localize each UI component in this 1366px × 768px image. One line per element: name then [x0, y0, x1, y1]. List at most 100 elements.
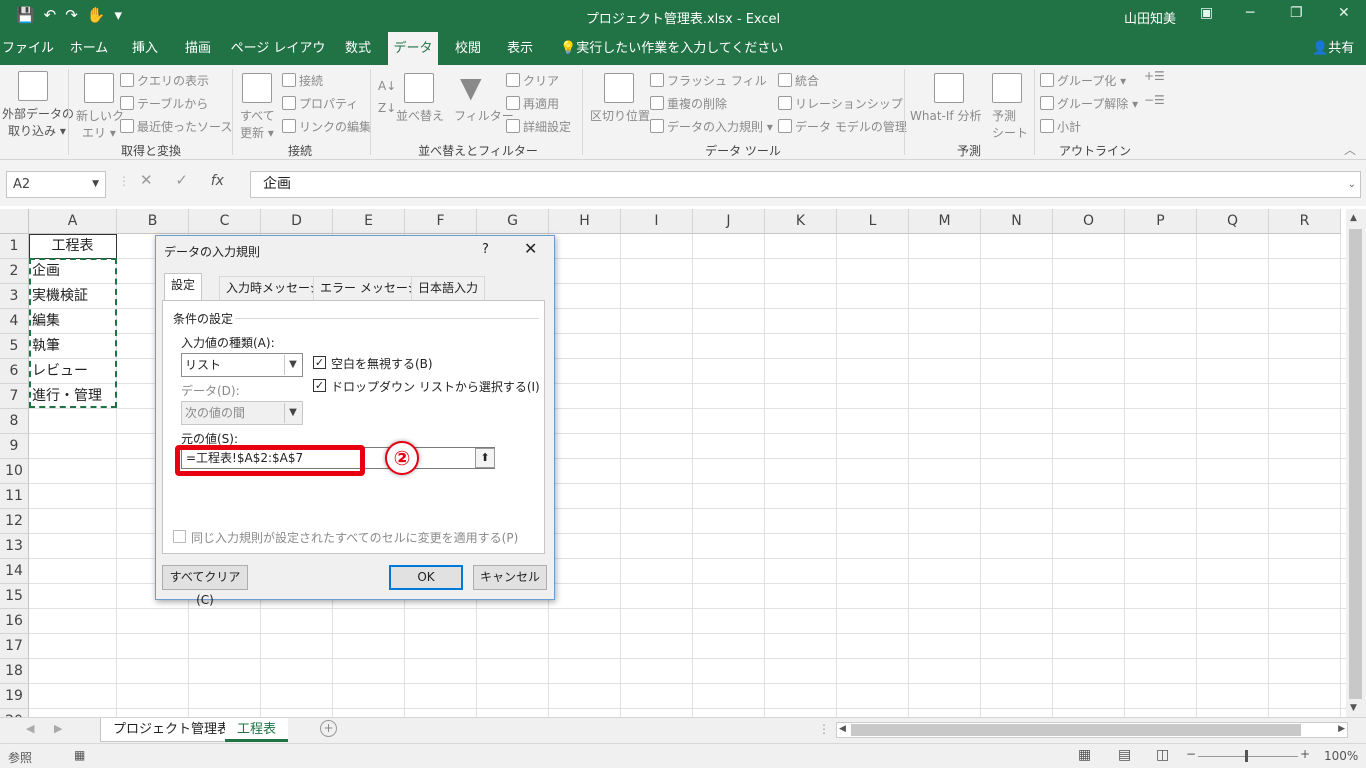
advanced-filter-button[interactable]: 詳細設定 [506, 118, 571, 135]
row-header-9[interactable]: 9 [0, 434, 29, 459]
minimize-button[interactable]: ─ [1246, 5, 1254, 21]
remove-duplicates-button[interactable]: 重複の削除 [650, 95, 727, 112]
clear-all-button[interactable]: すべてクリア(C) [162, 565, 248, 607]
tab-view[interactable]: 表示 [498, 32, 542, 65]
tab-settings[interactable]: 設定 [164, 273, 203, 301]
column-header-P[interactable]: P [1125, 209, 1197, 234]
tell-me-box[interactable]: 💡実行したい作業を入力してください [560, 32, 783, 65]
forecast-sheet-button[interactable]: 予測 シート [992, 73, 1028, 141]
column-header-G[interactable]: G [477, 209, 549, 234]
column-header-N[interactable]: N [981, 209, 1053, 234]
sheet-tab-project[interactable]: プロジェクト管理表 [100, 718, 244, 742]
flash-fill-button[interactable]: フラッシュ フィル [650, 72, 767, 89]
scroll-right-icon[interactable]: ▶ [1338, 724, 1345, 734]
show-queries-button[interactable]: クエリの表示 [120, 72, 209, 89]
cancel-button[interactable]: キャンセル [473, 565, 547, 590]
zoom-level[interactable]: 100% [1324, 749, 1358, 763]
zoom-out-icon[interactable]: − [1186, 747, 1196, 761]
row-header-5[interactable]: 5 [0, 334, 29, 359]
relationships-button[interactable]: リレーションシップ [778, 95, 903, 112]
row-header-20[interactable]: 20 [0, 709, 29, 717]
text-to-columns-button[interactable]: 区切り位置 [590, 73, 650, 124]
h-scroll-thumb[interactable] [851, 724, 1301, 736]
row-header-14[interactable]: 14 [0, 559, 29, 584]
restore-button[interactable]: ❐ [1290, 5, 1303, 21]
share-button[interactable]: 👤共有 [1312, 32, 1354, 65]
column-header-M[interactable]: M [909, 209, 981, 234]
row-header-12[interactable]: 12 [0, 509, 29, 534]
show-detail-icon[interactable]: +☰ [1144, 69, 1165, 83]
column-header-R[interactable]: R [1269, 209, 1341, 234]
collapse-ribbon-icon[interactable]: ︿ [1344, 141, 1356, 158]
formula-input[interactable]: 企画 ⌄ [250, 171, 1361, 198]
column-header-L[interactable]: L [837, 209, 909, 234]
column-header-F[interactable]: F [405, 209, 477, 234]
row-header-18[interactable]: 18 [0, 659, 29, 684]
column-header-I[interactable]: I [621, 209, 693, 234]
column-header-C[interactable]: C [189, 209, 261, 234]
sort-button[interactable]: 並べ替え [396, 73, 444, 124]
chevron-down-icon[interactable]: ▼ [92, 172, 99, 197]
tab-page-layout[interactable]: ページ レイアウト [228, 32, 328, 89]
expand-formula-icon[interactable]: ⌄ [1348, 172, 1356, 197]
select-all-corner[interactable] [0, 209, 29, 234]
row-header-15[interactable]: 15 [0, 584, 29, 609]
consolidate-button[interactable]: 統合 [778, 72, 819, 89]
tab-home[interactable]: ホーム [62, 32, 116, 65]
next-sheet-icon[interactable]: ▶ [54, 722, 62, 735]
subtotal-button[interactable]: 小計 [1040, 118, 1081, 135]
splitter-icon[interactable]: ⋮ [818, 722, 830, 736]
external-data-button[interactable]: 外部データの 取り込み ▾ [2, 71, 74, 139]
zoom-in-icon[interactable]: + [1300, 747, 1310, 761]
row-header-4[interactable]: 4 [0, 309, 29, 334]
ok-button[interactable]: OK [389, 565, 463, 590]
connections-button[interactable]: 接続 [282, 72, 323, 89]
tab-ime[interactable]: 日本語入力 [411, 276, 486, 300]
group-button[interactable]: グループ化 ▾ [1040, 72, 1126, 89]
ignore-blank-checkbox[interactable]: ✓ [313, 356, 326, 369]
column-header-D[interactable]: D [261, 209, 333, 234]
vertical-scrollbar[interactable]: ▲ ▼ [1346, 209, 1366, 717]
tab-draw[interactable]: 描画 [176, 32, 220, 65]
page-layout-view-icon[interactable]: ▤ [1118, 747, 1131, 763]
tab-file[interactable]: ファイル [0, 32, 56, 65]
recent-sources-button[interactable]: 最近使ったソース [120, 118, 232, 135]
row-header-11[interactable]: 11 [0, 484, 29, 509]
scroll-left-icon[interactable]: ◀ [839, 724, 846, 734]
tab-error-alert[interactable]: エラー メッセージ [313, 276, 427, 300]
tab-insert[interactable]: 挿入 [122, 32, 168, 65]
row-header-19[interactable]: 19 [0, 684, 29, 709]
row-header-17[interactable]: 17 [0, 634, 29, 659]
scroll-thumb[interactable] [1349, 229, 1362, 699]
collapse-dialog-icon[interactable]: ⬆ [475, 448, 495, 468]
ribbon-options-icon[interactable]: ▣ [1200, 5, 1213, 21]
column-header-A[interactable]: A [29, 209, 117, 234]
chevron-down-icon[interactable]: ▼ [284, 355, 301, 375]
row-header-3[interactable]: 3 [0, 284, 29, 309]
column-header-H[interactable]: H [549, 209, 621, 234]
dialog-close-button[interactable]: ✕ [524, 239, 537, 258]
enter-icon[interactable]: ✓ [175, 171, 188, 189]
from-table-button[interactable]: テーブルから [120, 95, 208, 112]
user-name[interactable]: 山田知美 [1124, 8, 1176, 27]
reapply-button[interactable]: 再適用 [506, 95, 559, 112]
data-validation-button[interactable]: データの入力規則 ▾ [650, 118, 773, 135]
allow-select[interactable]: リスト ▼ [181, 353, 303, 377]
filter-button[interactable]: ▼ フィルター [454, 73, 514, 124]
ungroup-button[interactable]: グループ解除 ▾ [1040, 95, 1138, 112]
row-header-2[interactable]: 2 [0, 259, 29, 284]
data-select[interactable]: 次の値の間 ▼ [181, 401, 303, 425]
zoom-slider[interactable] [1198, 756, 1298, 757]
insert-function-icon[interactable]: fx [211, 173, 224, 189]
row-header-6[interactable]: 6 [0, 359, 29, 384]
page-break-view-icon[interactable]: ◫ [1156, 747, 1169, 763]
row-header-10[interactable]: 10 [0, 459, 29, 484]
row-header-8[interactable]: 8 [0, 409, 29, 434]
sheet-tab-schedule[interactable]: 工程表 [225, 718, 289, 742]
horizontal-scrollbar[interactable]: ◀ ▶ [836, 722, 1348, 738]
column-header-J[interactable]: J [693, 209, 765, 234]
column-header-O[interactable]: O [1053, 209, 1125, 234]
scroll-up-icon[interactable]: ▲ [1350, 213, 1357, 223]
chevron-down-icon[interactable]: ▼ [284, 403, 301, 423]
clear-filter-button[interactable]: クリア [506, 72, 559, 89]
